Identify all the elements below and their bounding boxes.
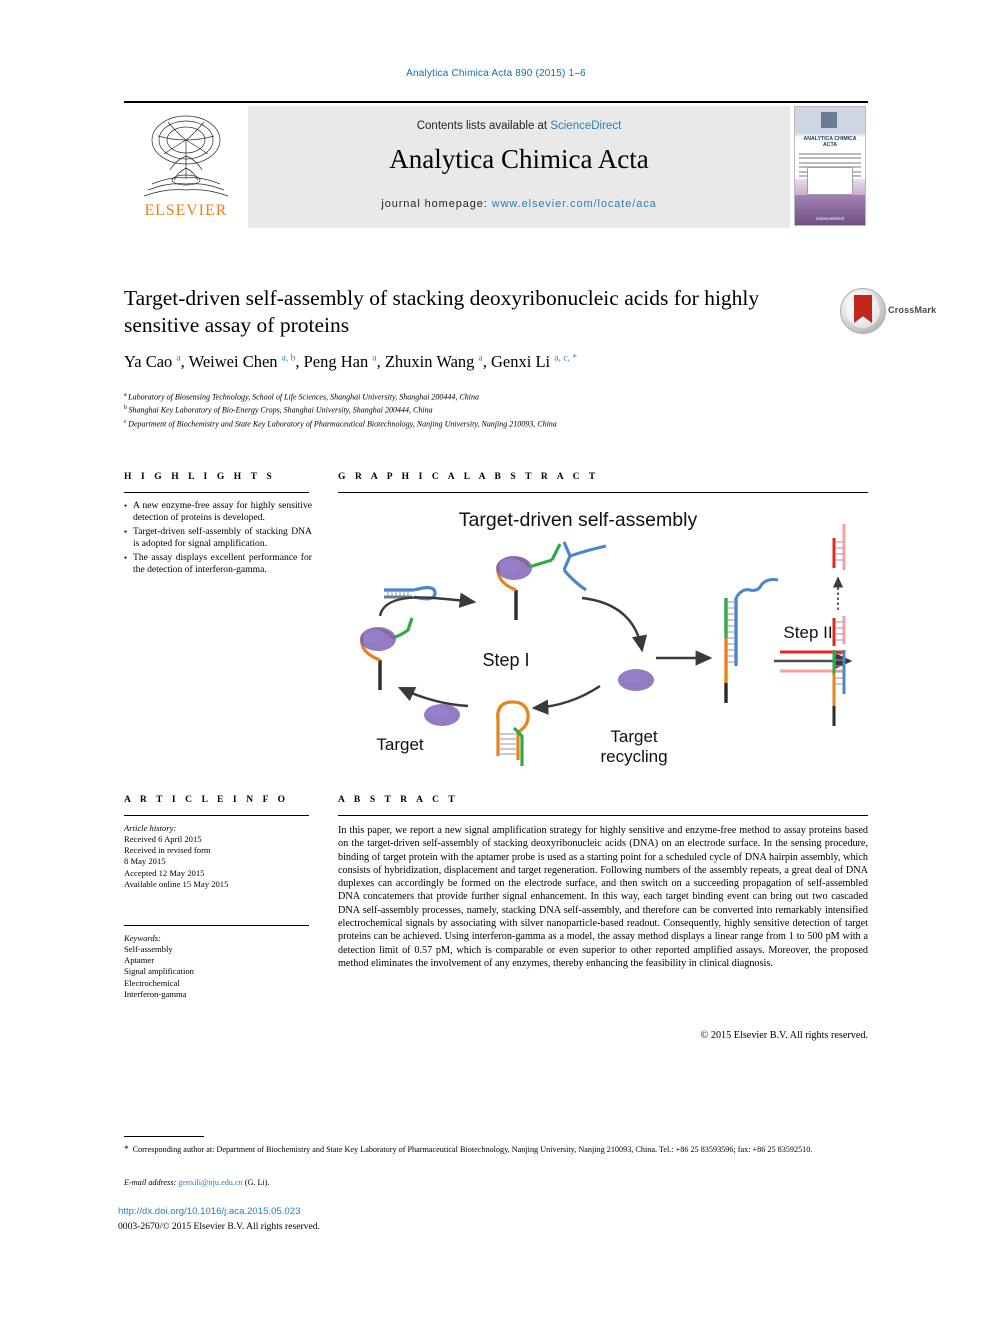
email-owner: (G. Li). <box>244 1178 270 1187</box>
email-note: E-mail address: genxili@nju.edu.cn (G. L… <box>124 1178 874 1187</box>
step2-arrow-group <box>774 650 853 673</box>
homepage-url[interactable]: www.elsevier.com/locate/aca <box>492 198 657 210</box>
article-first-page: Analytica Chimica Acta 890 (2015) 1–6 EL… <box>0 0 992 1323</box>
article-history-item: Received 6 April 2015 <box>124 834 202 844</box>
asterisk-icon: * <box>124 1144 129 1154</box>
keyword-item: Electrochemical <box>124 977 180 988</box>
article-history-label: Article history: <box>124 823 177 833</box>
journal-masthead: ELSEVIER Contents lists available at Sci… <box>124 101 868 228</box>
contents-line: Contents lists available at ScienceDirec… <box>248 120 790 132</box>
cover-title: ANALYTICA CHIMICA ACTA <box>803 136 857 148</box>
released-target-blob <box>618 669 654 691</box>
running-head: Analytica Chimica Acta 890 (2015) 1–6 <box>406 68 586 79</box>
author-affiliation-marks: a <box>372 353 377 364</box>
keywords-divider <box>124 925 309 926</box>
page-title: Target-driven self-assembly of stacking … <box>124 286 760 337</box>
article-history-item: Accepted 12 May 2015 <box>124 867 205 878</box>
article-info-heading: A R T I C L E I N F O <box>124 795 289 805</box>
highlight-item: A new enzyme-free assay for highly sensi… <box>124 500 312 525</box>
doi-link[interactable]: http://dx.doi.org/10.1016/j.aca.2015.05.… <box>118 1206 300 1217</box>
label-step-2: Step II <box>783 623 832 642</box>
journal-title: Analytica Chimica Acta <box>389 144 649 174</box>
elsevier-logo: ELSEVIER <box>124 106 248 228</box>
cover-footer-text: ScienceDirect <box>815 216 845 221</box>
free-target-blob <box>424 704 460 726</box>
keyword-item: Self-assembly <box>124 944 173 954</box>
contents-prefix: Contents lists available at <box>416 120 551 132</box>
author-name: Peng Han a <box>303 352 377 371</box>
journal-cover-thumbnail: ANALYTICA CHIMICA ACTA ScienceDirect <box>790 106 868 228</box>
diagram-title: Target-driven self-assembly <box>459 509 698 531</box>
author-name: Ya Cao a <box>124 352 181 371</box>
label-step-1: Step I <box>482 650 529 670</box>
crossmark-badge[interactable]: CrossMark <box>840 286 936 338</box>
footer-divider <box>124 1136 204 1137</box>
crossmark-icon <box>840 288 886 334</box>
affiliation-item: b Shanghai Key Laboratory of Bio-Energy … <box>124 405 433 415</box>
cycle-arrows <box>378 592 713 715</box>
issn-copyright: 0003-2670/© 2015 Elsevier B.V. All right… <box>118 1221 320 1232</box>
masthead-center: Contents lists available at ScienceDirec… <box>248 106 790 228</box>
author-affiliation-marks: a, c, * <box>554 353 577 364</box>
label-target-recycling-line1: Target <box>610 727 658 746</box>
electrode-bound-aptamer-target <box>360 617 414 690</box>
label-target-recycling-line2: recycling <box>600 747 667 766</box>
self-assembly-diagram: Target-driven self-assembly Step I Step … <box>360 509 853 766</box>
affiliation-list: a Laboratory of Biosensing Technology, S… <box>124 390 844 430</box>
affiliation-item: c Department of Biochemistry and State K… <box>124 418 557 429</box>
highlights-list: A new enzyme-free assay for highly sensi… <box>124 500 312 577</box>
keyword-item: Aptamer <box>124 955 155 966</box>
article-history-item: Available online 15 May 2015 <box>124 878 229 889</box>
highlight-item: Target-driven self-assembly of stacking … <box>124 526 312 551</box>
abstract-copyright: © 2015 Elsevier B.V. All rights reserved… <box>700 1030 868 1041</box>
highlights-divider <box>124 492 309 493</box>
elsevier-wordmark: ELSEVIER <box>144 202 228 219</box>
article-history-list: Received 6 April 2015 Received in revised… <box>124 834 314 890</box>
author-name: Genxi Li a, c, * <box>491 352 577 371</box>
corresponding-author-note: * Corresponding author at: Department of… <box>124 1144 874 1155</box>
crossmark-label: CrossMark <box>888 305 937 315</box>
regenerated-hairpin <box>496 700 530 766</box>
author-affiliation-marks: a <box>176 353 181 364</box>
elsevier-tree-icon <box>143 115 229 197</box>
article-history-item: Received in revised form <box>124 845 211 856</box>
keywords-label: Keywords: <box>124 933 161 943</box>
author-affiliation-marks: a <box>478 353 483 364</box>
email-link[interactable]: genxili@nju.edu.cn <box>178 1178 242 1187</box>
abstract-divider <box>338 815 868 816</box>
keywords-list: Self-assembly Aptamer Signal amplification… <box>124 944 314 1000</box>
email-label: E-mail address: <box>124 1178 177 1187</box>
cover-figure-box <box>807 167 853 195</box>
dna-duplex-on-electrode <box>724 578 779 703</box>
highlights-heading: H I G H L I G H T S <box>124 472 276 482</box>
keyword-item: Interferon-gamma <box>124 988 187 999</box>
aptamer-target-probe-complex <box>496 541 607 620</box>
author-name: Zhuxin Wang a <box>384 352 483 371</box>
author-affiliation-marks: a, b <box>281 353 296 364</box>
article-history-item: 8 May 2015 <box>124 856 166 867</box>
graphical-abstract-figure: Target-driven self-assembly Step I Step … <box>338 498 868 770</box>
homepage-label: journal homepage: <box>381 198 492 210</box>
corresponding-author-text: Corresponding author at: Department of B… <box>132 1145 813 1154</box>
highlight-item: The assay displays excellent performance… <box>124 552 312 577</box>
article-info-divider <box>124 815 309 816</box>
cover-emblem-icon <box>821 112 837 128</box>
graphical-abstract-divider <box>338 492 868 493</box>
author-list: Ya Cao a, Weiwei Chen a, b, Peng Han a, … <box>124 352 577 371</box>
label-target: Target <box>376 735 424 754</box>
abstract-heading: A B S T R A C T <box>338 795 459 805</box>
graphical-abstract-heading: G R A P H I C A L A B S T R A C T <box>338 472 599 482</box>
abstract-text: In this paper, we report a new signal am… <box>338 825 868 969</box>
keyword-item: Signal amplification <box>124 966 194 977</box>
dna-concatemer <box>832 524 846 726</box>
journal-homepage-line: journal homepage: www.elsevier.com/locat… <box>248 198 790 210</box>
affiliation-item: a Laboratory of Biosensing Technology, S… <box>124 392 479 402</box>
sciencedirect-link[interactable]: ScienceDirect <box>550 120 621 132</box>
author-name: Weiwei Chen a, b <box>188 352 296 371</box>
